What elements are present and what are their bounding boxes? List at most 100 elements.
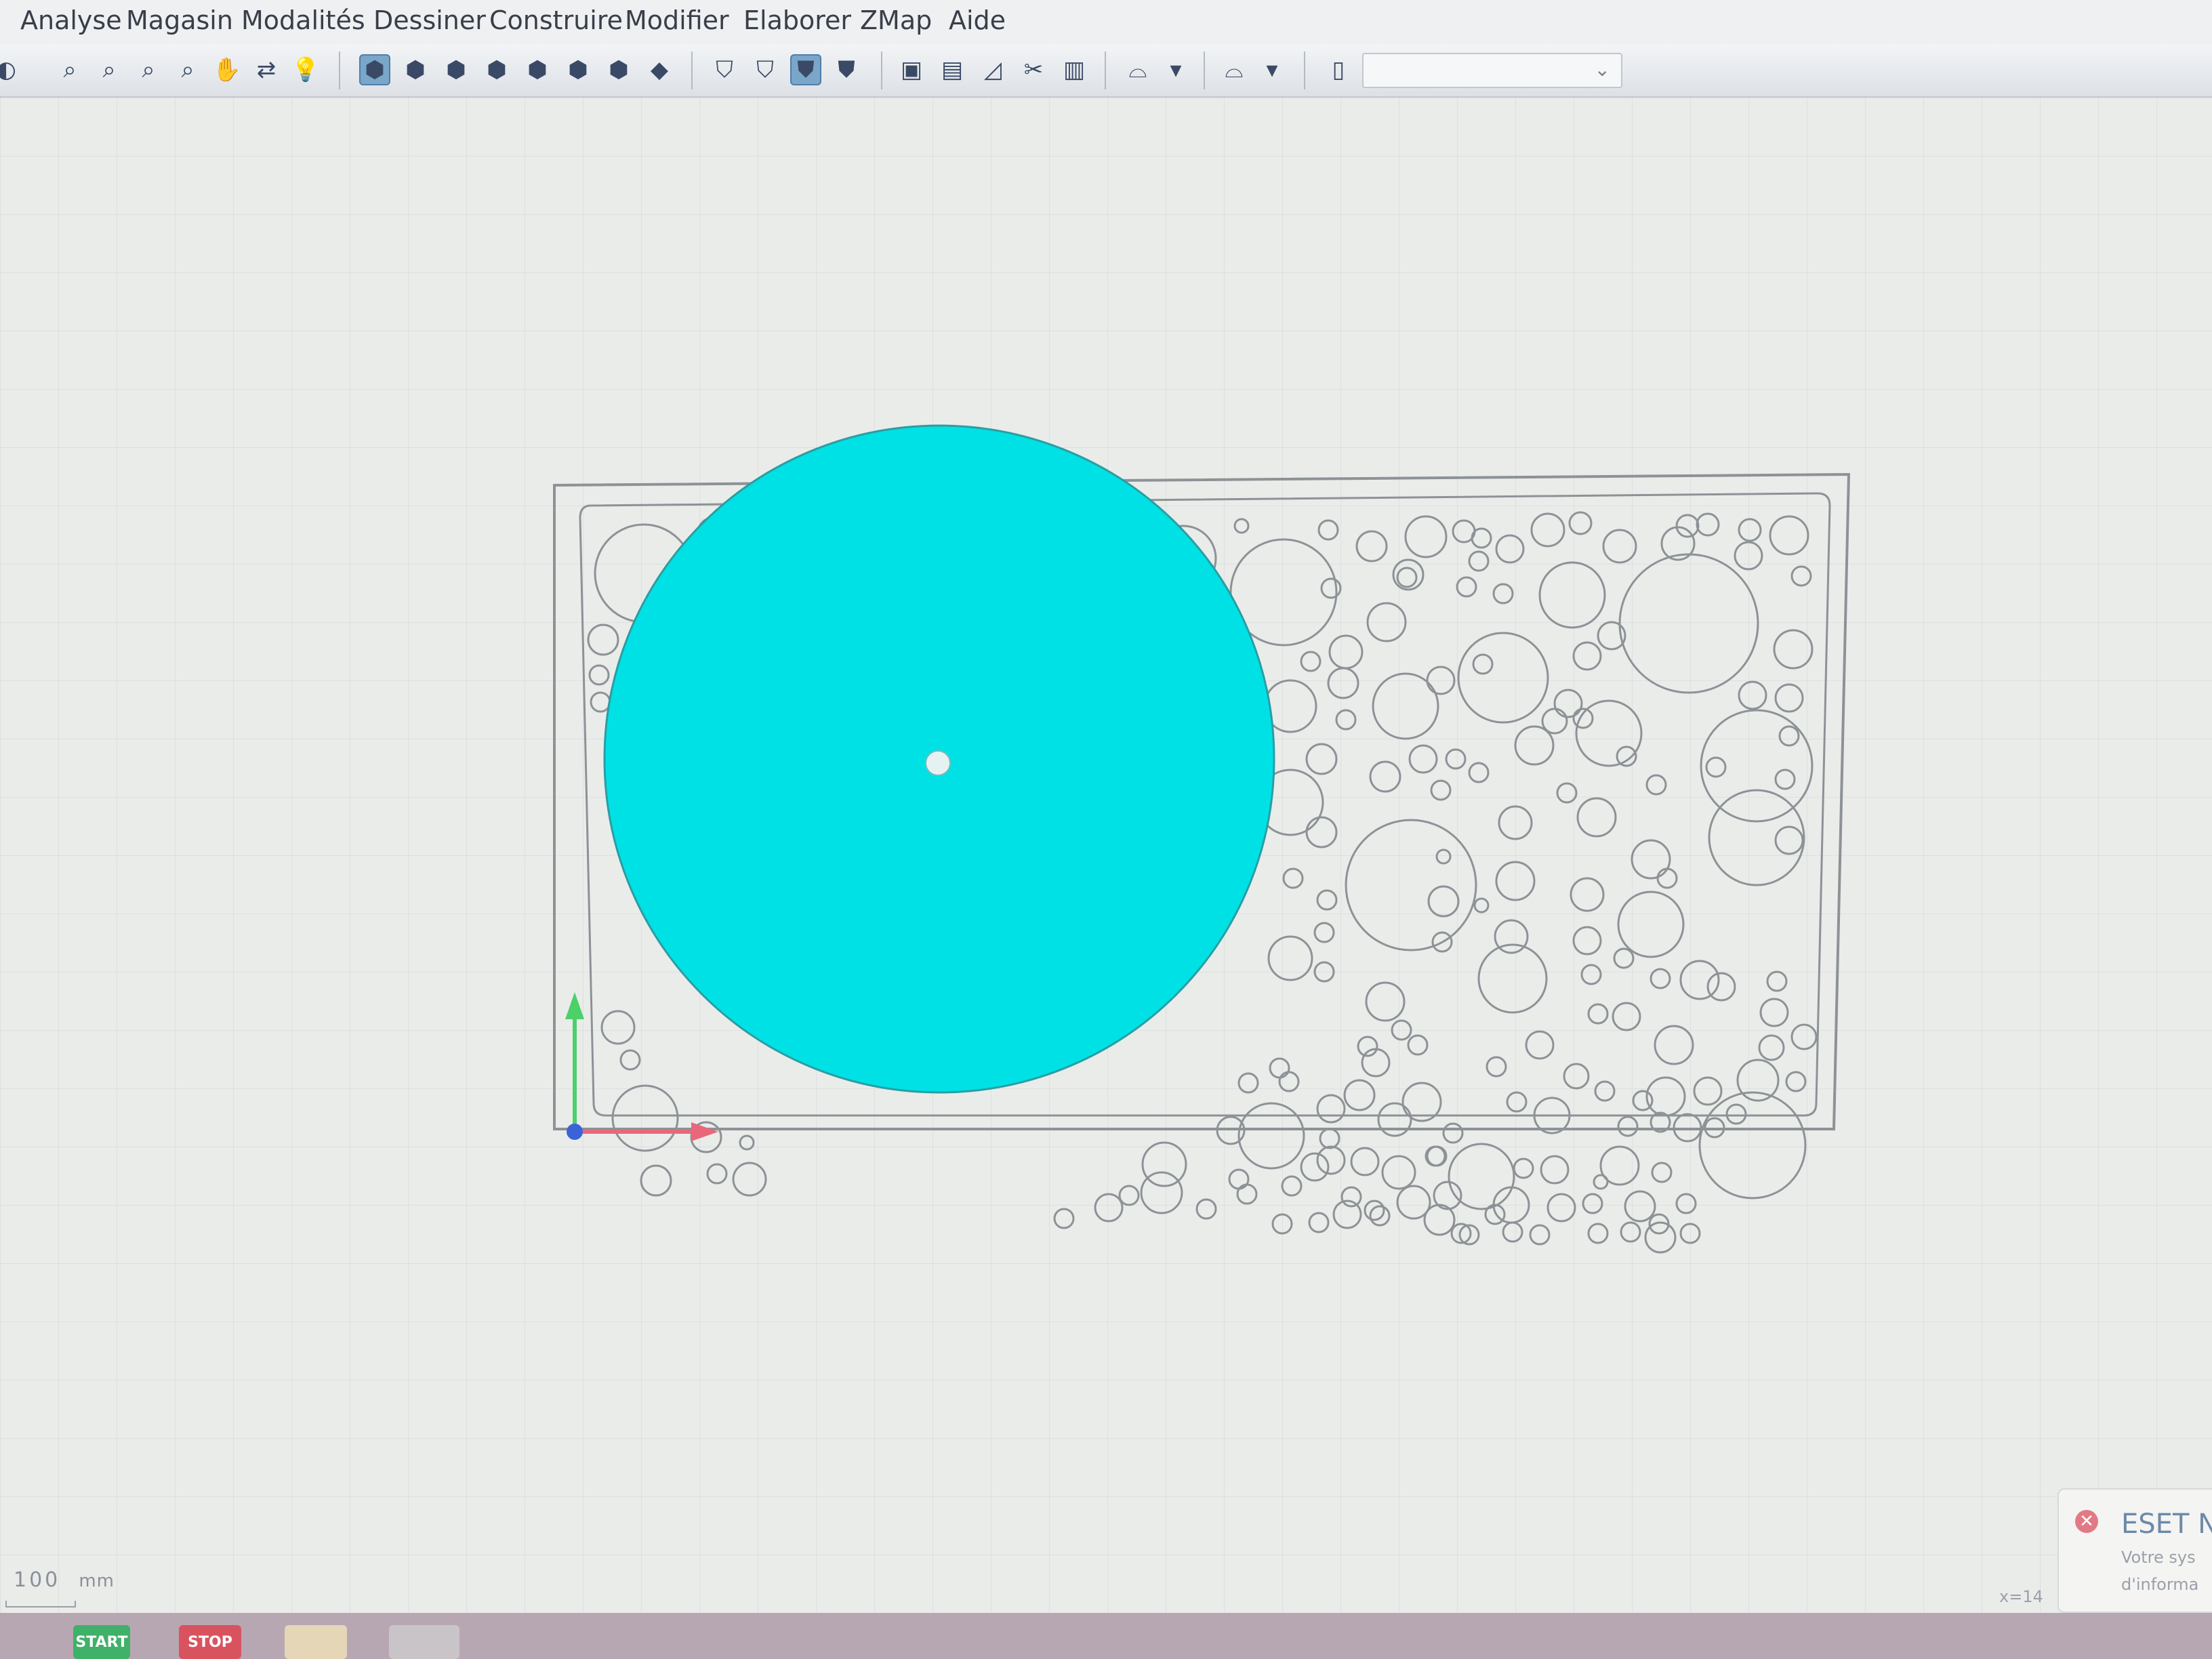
hole[interactable]	[1675, 514, 1700, 538]
hole[interactable]	[1472, 653, 1494, 675]
hole[interactable]	[1328, 634, 1364, 670]
hole[interactable]	[1540, 1155, 1570, 1185]
hole[interactable]	[1426, 1145, 1448, 1167]
drawing-canvas[interactable]: 100 mm	[0, 98, 2212, 1613]
hole[interactable]	[619, 1049, 641, 1071]
hole[interactable]	[1228, 1168, 1250, 1190]
hole[interactable]	[1267, 935, 1313, 981]
hole[interactable]	[1759, 998, 1789, 1027]
hole[interactable]	[1773, 629, 1814, 670]
hole[interactable]	[1365, 981, 1406, 1022]
hole[interactable]	[1738, 518, 1762, 542]
hole[interactable]	[1140, 1171, 1183, 1214]
hole[interactable]	[1495, 534, 1525, 564]
hole[interactable]	[1656, 867, 1678, 889]
hole[interactable]	[1435, 848, 1452, 865]
hole[interactable]	[1645, 774, 1667, 796]
hole[interactable]	[1618, 553, 1759, 694]
hole[interactable]	[1313, 961, 1335, 983]
app-icon[interactable]	[389, 1625, 459, 1659]
hole[interactable]	[1281, 1175, 1303, 1197]
hole[interactable]	[1468, 550, 1490, 572]
hole[interactable]	[1456, 576, 1477, 598]
hole[interactable]	[1679, 960, 1720, 1000]
hole[interactable]	[1580, 964, 1602, 985]
hole[interactable]	[1350, 1147, 1380, 1176]
folder-icon[interactable]	[285, 1625, 347, 1659]
hole[interactable]	[1305, 743, 1338, 775]
hole[interactable]	[1700, 709, 1814, 823]
hole[interactable]	[1448, 1143, 1515, 1210]
hole[interactable]	[1442, 1122, 1464, 1144]
hole[interactable]	[1602, 529, 1637, 564]
hole[interactable]	[587, 623, 619, 656]
hole[interactable]	[1369, 760, 1401, 793]
hole[interactable]	[1355, 530, 1388, 562]
hole[interactable]	[1423, 1204, 1456, 1236]
hole[interactable]	[1308, 1212, 1330, 1233]
hole[interactable]	[706, 1163, 728, 1185]
hole[interactable]	[1408, 744, 1438, 774]
hole[interactable]	[1738, 680, 1767, 710]
hole[interactable]	[1313, 922, 1335, 943]
hole[interactable]	[1445, 748, 1467, 770]
hole[interactable]	[1790, 565, 1812, 587]
hole[interactable]	[1514, 725, 1555, 766]
hole[interactable]	[1457, 632, 1549, 724]
hole[interactable]	[1593, 1174, 1609, 1190]
hole[interactable]	[1369, 1205, 1391, 1227]
hole[interactable]	[1785, 1071, 1807, 1092]
stop-button[interactable]: STOP	[179, 1625, 241, 1659]
hole[interactable]	[1758, 1034, 1785, 1061]
hole[interactable]	[1624, 1190, 1656, 1223]
hole[interactable]	[1529, 1224, 1551, 1246]
hole[interactable]	[1572, 641, 1602, 671]
hole[interactable]	[1617, 1115, 1639, 1137]
hole[interactable]	[1547, 1193, 1576, 1223]
hole[interactable]	[1613, 947, 1635, 969]
hole[interactable]	[1774, 683, 1804, 713]
hole[interactable]	[1335, 709, 1357, 731]
hole[interactable]	[1343, 1079, 1376, 1111]
eset-notification[interactable]: ✕ ESET N Votre sys d'informa	[2057, 1488, 2212, 1613]
hole[interactable]	[1617, 890, 1685, 958]
hole[interactable]	[1612, 1002, 1641, 1031]
hole[interactable]	[1644, 1221, 1677, 1254]
hole[interactable]	[1430, 779, 1452, 801]
hole[interactable]	[1305, 816, 1338, 848]
hole[interactable]	[1278, 1071, 1300, 1092]
hole[interactable]	[1645, 1076, 1686, 1117]
hole[interactable]	[1492, 583, 1514, 605]
start-button[interactable]: START	[73, 1625, 130, 1659]
hole[interactable]	[1377, 1102, 1412, 1137]
hole[interactable]	[1513, 1158, 1534, 1179]
hole[interactable]	[1118, 1185, 1140, 1206]
hole[interactable]	[1650, 968, 1671, 989]
hole[interactable]	[1327, 667, 1359, 699]
hole[interactable]	[1269, 1057, 1290, 1079]
hole[interactable]	[1486, 1056, 1507, 1078]
hole[interactable]	[1693, 1076, 1723, 1106]
hole[interactable]	[1530, 512, 1565, 548]
hole[interactable]	[1706, 972, 1736, 1002]
hole[interactable]	[1708, 789, 1805, 886]
hole[interactable]	[1570, 877, 1605, 912]
hole[interactable]	[1407, 1034, 1429, 1056]
hole[interactable]	[1237, 1102, 1305, 1170]
hole[interactable]	[1300, 1152, 1330, 1182]
hole[interactable]	[1774, 769, 1796, 790]
hole[interactable]	[640, 1164, 672, 1197]
hole[interactable]	[1568, 511, 1593, 535]
hole[interactable]	[1582, 1193, 1603, 1214]
hole[interactable]	[1654, 1025, 1694, 1065]
hole[interactable]	[1587, 1003, 1609, 1025]
hole[interactable]	[1340, 1186, 1362, 1208]
hole[interactable]	[1631, 839, 1671, 880]
hole[interactable]	[1498, 805, 1533, 840]
hole[interactable]	[588, 664, 610, 686]
hole[interactable]	[1736, 1059, 1780, 1102]
hole[interactable]	[1195, 1198, 1217, 1220]
hole[interactable]	[1790, 1023, 1818, 1050]
hole[interactable]	[600, 1010, 636, 1045]
hole[interactable]	[1282, 867, 1304, 889]
